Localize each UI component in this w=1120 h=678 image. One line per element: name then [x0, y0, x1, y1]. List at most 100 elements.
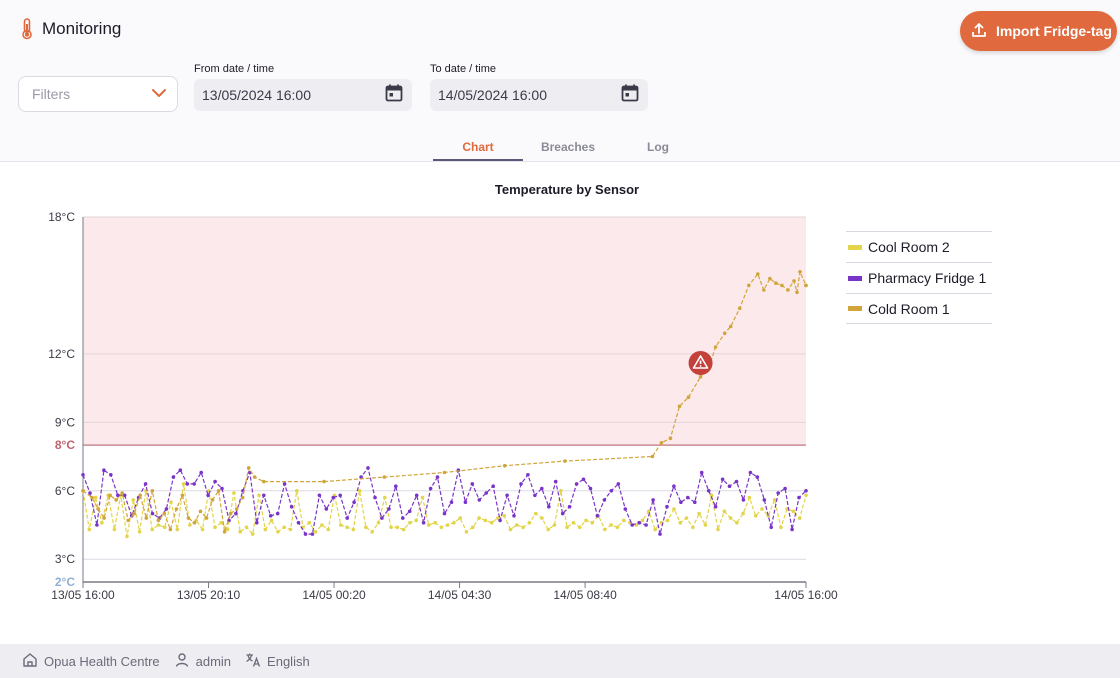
- tab-log[interactable]: Log: [613, 132, 703, 161]
- data-point: [268, 514, 273, 518]
- legend-label: Cool Room 2: [868, 239, 950, 255]
- data-point: [408, 520, 412, 525]
- data-point: [380, 516, 384, 520]
- tab-breaches[interactable]: Breaches: [523, 132, 613, 161]
- import-fridge-tag-button[interactable]: Import Fridge-tag: [960, 11, 1117, 51]
- data-point: [112, 527, 117, 532]
- data-point: [108, 493, 112, 498]
- legend-item-pharmacy-fridge-1[interactable]: Pharmacy Fridge 1: [846, 262, 992, 293]
- data-point: [621, 518, 626, 523]
- from-date-input[interactable]: 13/05/2024 16:00: [194, 79, 412, 111]
- data-point: [401, 516, 405, 520]
- data-point: [174, 507, 179, 511]
- x-tick-label: 14/05 08:40: [553, 588, 617, 602]
- data-point: [428, 486, 433, 491]
- filters-dropdown[interactable]: Filters: [18, 76, 178, 112]
- data-point: [728, 324, 733, 329]
- data-point: [498, 518, 502, 523]
- data-point: [320, 523, 324, 527]
- data-point: [339, 523, 343, 527]
- data-point: [728, 516, 733, 520]
- data-point: [590, 520, 594, 525]
- data-point: [797, 516, 802, 520]
- data-point: [114, 498, 118, 502]
- data-point: [254, 520, 259, 525]
- data-point: [370, 530, 375, 534]
- data-point: [401, 527, 406, 532]
- footer-store[interactable]: Opua Health Centre: [22, 652, 160, 671]
- data-point: [515, 523, 519, 527]
- data-point: [389, 525, 393, 530]
- data-point: [204, 516, 209, 520]
- data-point: [414, 493, 419, 498]
- data-point: [288, 527, 293, 532]
- data-point: [442, 511, 447, 516]
- breach-zone: [83, 217, 806, 446]
- data-point: [420, 495, 425, 500]
- data-point: [143, 482, 148, 486]
- data-point: [512, 514, 516, 518]
- data-point: [503, 463, 507, 468]
- data-point: [804, 283, 808, 288]
- data-point: [162, 511, 167, 516]
- to-date-input[interactable]: 14/05/2024 16:00: [430, 79, 648, 111]
- data-point: [171, 475, 176, 479]
- data-point: [735, 520, 739, 525]
- data-point: [93, 495, 98, 500]
- data-point: [313, 530, 318, 534]
- data-point: [716, 527, 720, 532]
- data-point: [373, 495, 377, 500]
- data-point: [502, 514, 507, 518]
- data-point: [220, 486, 224, 491]
- footer-language[interactable]: English: [245, 652, 310, 671]
- legend-item-cold-room-1[interactable]: Cold Room 1: [846, 293, 992, 324]
- x-tick-label: 13/05 16:00: [51, 588, 115, 602]
- x-tick-label: 14/05 16:00: [774, 588, 838, 602]
- data-point: [126, 518, 130, 523]
- data-point: [366, 466, 370, 470]
- thermometer-icon: [20, 18, 34, 40]
- data-point: [120, 491, 124, 495]
- data-point: [783, 486, 787, 491]
- legend-swatch: [848, 244, 862, 250]
- data-point: [565, 525, 569, 530]
- data-point: [95, 523, 99, 527]
- data-point: [470, 482, 475, 486]
- data-point: [234, 511, 238, 516]
- data-point: [706, 489, 711, 493]
- data-point: [677, 404, 682, 409]
- data-point: [747, 283, 751, 288]
- page-title: Monitoring: [42, 19, 122, 38]
- data-point: [317, 493, 322, 498]
- data-point: [222, 530, 227, 534]
- data-point: [741, 511, 745, 516]
- data-point: [246, 466, 251, 470]
- data-point: [581, 477, 586, 482]
- data-point: [484, 491, 489, 495]
- tab-chart[interactable]: Chart: [433, 132, 523, 161]
- footer-user[interactable]: admin: [174, 652, 231, 671]
- data-point: [164, 507, 169, 511]
- data-point: [672, 507, 676, 511]
- data-point: [275, 511, 280, 516]
- calendar-icon[interactable]: [384, 83, 404, 108]
- data-point: [175, 527, 180, 532]
- data-point: [452, 520, 456, 525]
- data-point: [427, 523, 431, 527]
- data-point: [491, 484, 496, 489]
- y-tick-label: 18°C: [48, 210, 75, 224]
- data-point: [116, 493, 120, 498]
- user-name: admin: [195, 653, 232, 669]
- calendar-icon[interactable]: [620, 83, 640, 108]
- data-point: [180, 493, 185, 498]
- legend-item-cool-room-2[interactable]: Cool Room 2: [846, 231, 992, 262]
- data-point: [644, 523, 648, 527]
- data-point: [665, 504, 669, 509]
- y-tick-label: 12°C: [48, 347, 75, 361]
- data-point: [238, 530, 242, 534]
- data-point: [540, 516, 544, 520]
- data-point: [547, 504, 551, 509]
- data-point: [737, 306, 742, 311]
- data-point: [790, 527, 794, 532]
- data-point: [109, 473, 113, 477]
